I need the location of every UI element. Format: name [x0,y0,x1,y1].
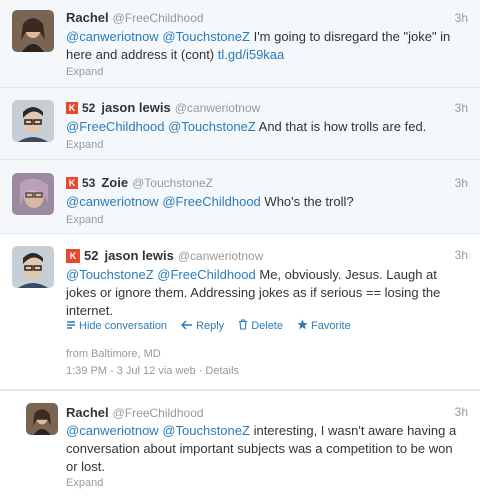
klout-badge[interactable]: K 53 [66,176,95,190]
tweet-timeline: Rachel @FreeChildhood 3h @canweriotnow @… [0,0,480,496]
avatar[interactable] [12,100,54,142]
mention-link[interactable]: @FreeChildhood [162,194,260,209]
hide-label: Hide conversation [79,320,168,332]
tweet-1[interactable]: Rachel @FreeChildhood 3h @canweriotnow @… [0,0,480,88]
mention-link[interactable]: @TouchstoneZ [162,423,250,438]
tweet-time[interactable]: 3h [455,248,468,262]
mention-link[interactable]: @canweriotnow [66,194,159,209]
mention-link[interactable]: @FreeChildhood [66,119,164,134]
author-handle[interactable]: @FreeChildhood [113,11,204,25]
reply-button[interactable]: Reply [181,319,224,333]
klout-icon: K [66,101,78,114]
star-icon [297,319,308,333]
tweet-3[interactable]: K 53 Zoie @TouchstoneZ 3h @canweriotnow @… [0,160,480,234]
mention-link[interactable]: @canweriotnow [66,29,159,44]
klout-icon: K [66,176,78,189]
tweet-2[interactable]: K 52 jason lewis @canweriotnow 3h @FreeCh… [0,88,480,160]
hide-icon [66,320,76,333]
hide-conversation-button[interactable]: Hide conversation [66,319,167,333]
tweet-time[interactable]: 3h [455,101,468,115]
klout-score: 52 [84,248,99,263]
tweet-location[interactable]: from Baltimore, MD [66,348,161,360]
tweet-time[interactable]: 3h [455,405,468,419]
details-link[interactable]: Details [205,365,239,377]
reply-icon [181,319,193,333]
author-handle[interactable]: @canweriotnow [178,249,264,263]
meta-separator: · [198,365,203,377]
mention-link[interactable]: @FreeChildhood [157,267,255,282]
tweet-timestamp-row: 1:39 PM - 3 Jul 12 via web · Details [66,365,239,377]
klout-score: 52 [82,100,96,115]
tweet-body: And that is how trolls are fed. [258,119,427,134]
author-handle[interactable]: @canweriotnow [175,101,261,115]
mention-link[interactable]: @canweriotnow [66,423,159,438]
author-handle[interactable]: @FreeChildhood [113,406,204,420]
delete-label: Delete [251,320,283,332]
avatar[interactable] [12,10,54,52]
klout-score: 53 [82,175,96,190]
reply-label: Reply [196,320,225,332]
tweet-text: @TouchstoneZ @FreeChildhood Me, obviousl… [66,266,458,320]
avatar[interactable] [12,246,54,288]
expand-link[interactable]: Expand [66,214,103,226]
avatar[interactable] [26,403,58,435]
tweet-text: @FreeChildhood @TouchstoneZ And that is … [66,118,458,136]
tweet-text: @canweriotnow @TouchstoneZ interesting, … [66,422,458,476]
tweet-time[interactable]: 3h [455,176,468,190]
expand-link[interactable]: Expand [66,66,103,78]
author-handle[interactable]: @TouchstoneZ [132,176,213,190]
tweet-4-expanded[interactable]: K 52 jason lewis @canweriotnow 3h @Touchs… [0,234,480,390]
avatar[interactable] [12,173,54,215]
mention-link[interactable]: @TouchstoneZ [162,29,250,44]
expand-link[interactable]: Expand [66,139,103,151]
mention-link[interactable]: @TouchstoneZ [66,267,154,282]
favorite-label: Favorite [310,320,351,332]
mention-link[interactable]: @TouchstoneZ [168,119,256,134]
tweet-actions: Hide conversation Reply Delete Favorite [66,319,351,333]
klout-badge[interactable]: K 52 [66,101,95,115]
favorite-button[interactable]: Favorite [297,319,351,333]
author-name[interactable]: Rachel [66,10,109,25]
tweet-text: @canweriotnow @TouchstoneZ I'm going to … [66,28,458,64]
tweet-5-reply[interactable]: Rachel @FreeChildhood 3h @canweriotnow @… [0,390,480,496]
author-name[interactable]: jason lewis [101,100,170,115]
tweet-time[interactable]: 3h [455,11,468,25]
author-name[interactable]: Zoie [101,175,128,190]
url-link[interactable]: tl.gd/i59kaa [218,47,285,62]
delete-button[interactable]: Delete [238,319,283,333]
tweet-body: Who's the troll? [264,194,354,209]
klout-icon: K [66,248,80,263]
expand-link[interactable]: Expand [66,477,103,489]
trash-icon [238,319,248,333]
author-name[interactable]: Rachel [66,405,109,420]
author-name[interactable]: jason lewis [104,248,173,263]
tweet-timestamp[interactable]: 1:39 PM - 3 Jul 12 via web [66,365,196,377]
klout-badge[interactable]: K 52 [66,248,98,263]
tweet-text: @canweriotnow @FreeChildhood Who's the t… [66,193,458,211]
